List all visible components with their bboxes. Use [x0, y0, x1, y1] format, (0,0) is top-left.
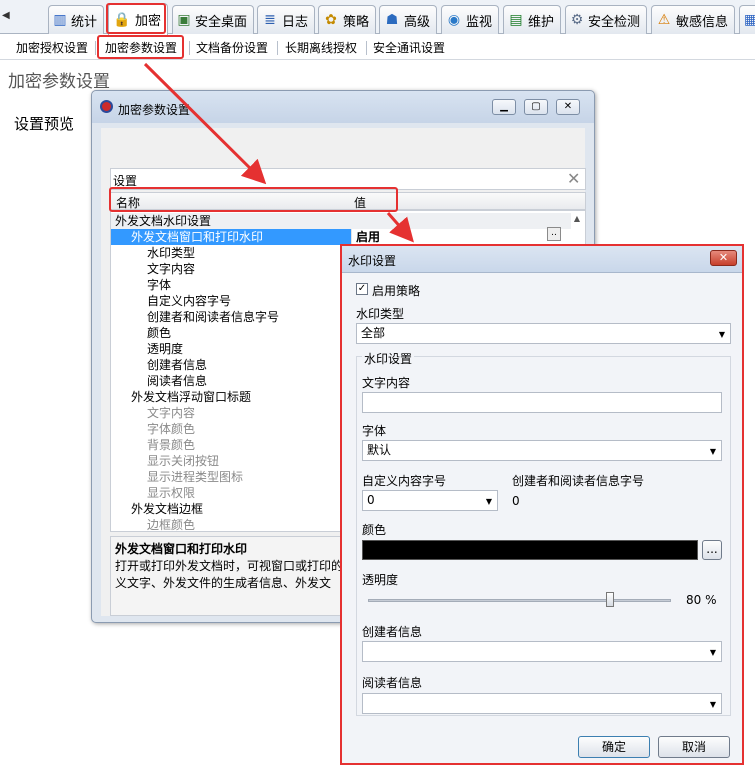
opacity-slider-thumb[interactable] — [606, 592, 615, 607]
custom-size-select[interactable]: 0 — [362, 490, 498, 511]
info-size-value: 0 — [512, 494, 520, 508]
ok-button[interactable]: 确定 — [578, 736, 650, 758]
font-label: 字体 — [362, 424, 387, 438]
arrow-line — [386, 212, 414, 243]
color-label: 颜色 — [362, 523, 387, 537]
cancel-button[interactable]: 取消 — [658, 736, 730, 758]
enable-checkbox[interactable]: ✓ — [356, 283, 368, 295]
dialog-title: 水印设置 — [348, 254, 397, 268]
text-input[interactable] — [362, 392, 722, 413]
watermark-dialog: 水印设置 ✕ ✓ 启用策略 水印类型 全部 水印设置 文字内容 字体 默认 自定… — [340, 244, 744, 765]
opacity-label: 透明度 — [362, 573, 399, 587]
font-select[interactable]: 默认 — [362, 440, 722, 461]
reader-select[interactable] — [362, 693, 722, 714]
info-size-label: 创建者和阅读者信息字号 — [512, 474, 645, 488]
creator-select[interactable] — [362, 641, 722, 662]
custom-size-label: 自定义内容字号 — [362, 474, 447, 488]
dialog-titlebar[interactable]: 水印设置 ✕ — [342, 246, 742, 273]
arrow-line — [143, 62, 267, 185]
close-button[interactable]: ✕ — [710, 250, 737, 266]
reader-label: 阅读者信息 — [362, 676, 423, 690]
enable-label: 启用策略 — [372, 284, 421, 298]
color-browse-button[interactable]: ... — [702, 540, 722, 560]
opacity-slider-track[interactable] — [368, 599, 671, 602]
creator-label: 创建者信息 — [362, 625, 423, 639]
text-label: 文字内容 — [362, 376, 411, 390]
type-select[interactable]: 全部 — [356, 323, 731, 344]
opacity-value: 80 % — [686, 593, 717, 607]
type-label: 水印类型 — [356, 307, 405, 321]
color-swatch[interactable] — [362, 540, 698, 560]
group-label: 水印设置 — [362, 350, 415, 367]
